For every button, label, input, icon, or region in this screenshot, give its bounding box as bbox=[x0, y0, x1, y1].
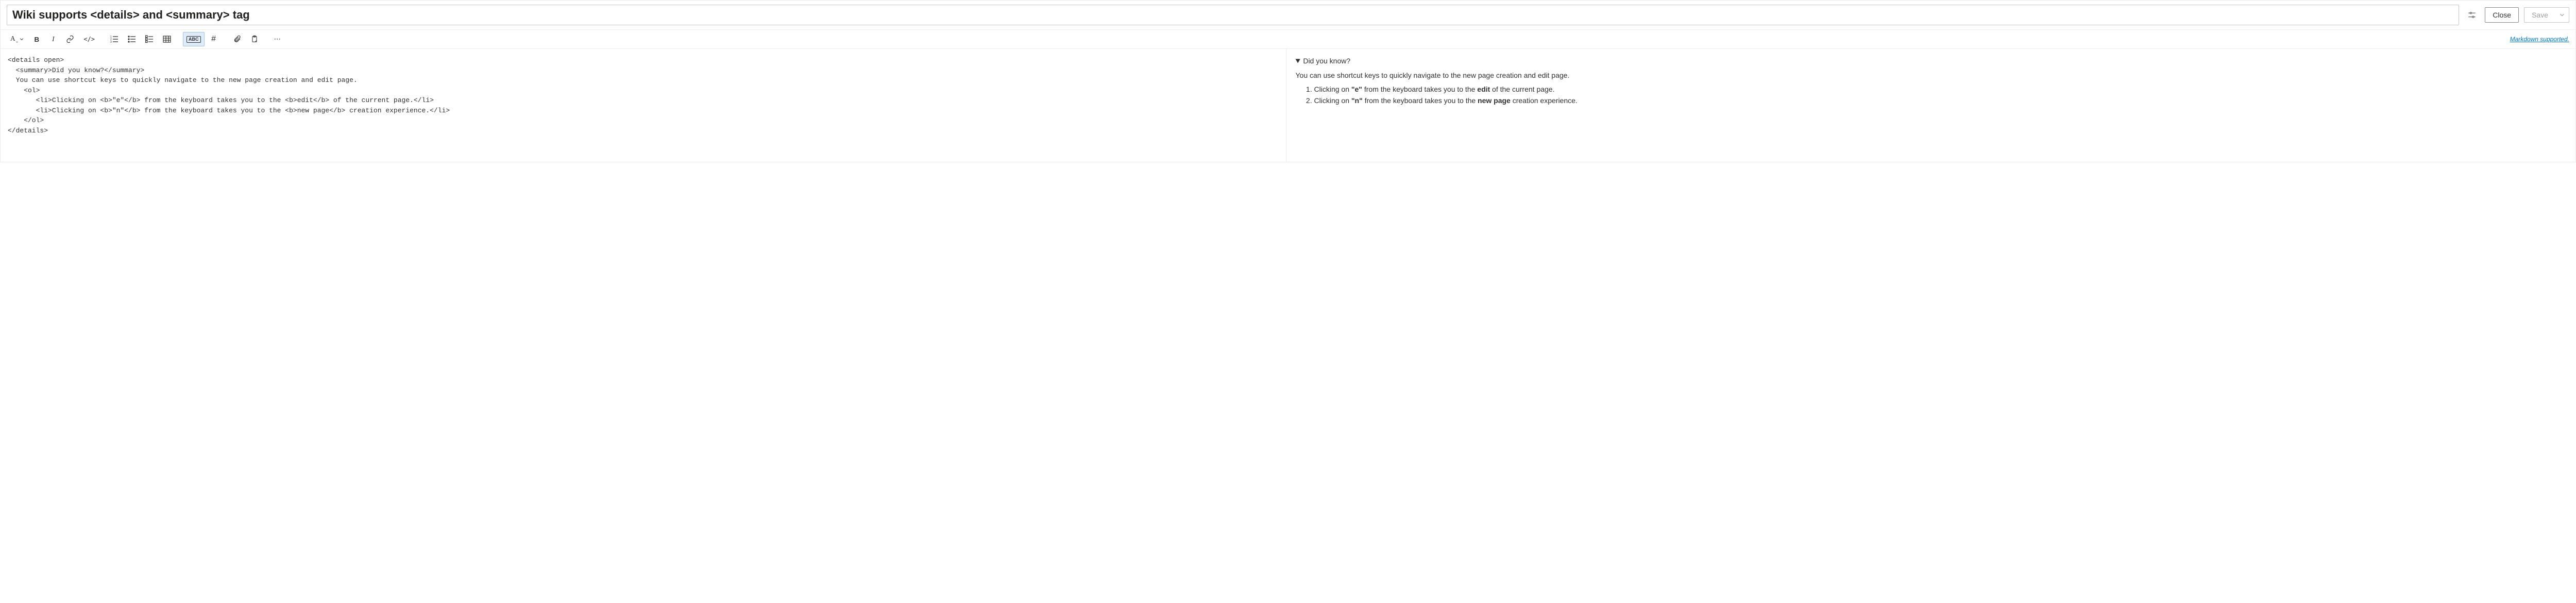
preview-details[interactable]: Did you know? You can use shortcut keys … bbox=[1296, 55, 2567, 107]
table-icon bbox=[163, 35, 171, 43]
markdown-source-pane[interactable]: <details open> <summary>Did you know?</s… bbox=[1, 49, 1286, 162]
hash-icon: # bbox=[211, 35, 216, 44]
bold-button[interactable]: B bbox=[29, 32, 44, 46]
unordered-list-icon bbox=[128, 35, 136, 43]
svg-text:3: 3 bbox=[110, 41, 112, 43]
more-button[interactable]: ⋯ bbox=[270, 32, 285, 46]
code-icon: </> bbox=[83, 36, 95, 43]
ordered-list-icon: 123 bbox=[110, 35, 118, 43]
markdown-preview-pane: Did you know? You can use shortcut keys … bbox=[1286, 49, 2576, 162]
paragraph-format-button[interactable]: ABC bbox=[183, 32, 205, 46]
abc-icon: ABC bbox=[187, 36, 201, 43]
italic-button[interactable]: I bbox=[46, 32, 60, 46]
formatting-toolbar: A⌄ B I </> 123 ABC # bbox=[1, 30, 2575, 48]
italic-icon: I bbox=[52, 35, 54, 43]
save-button-group: Save bbox=[2524, 7, 2569, 23]
unordered-list-button[interactable] bbox=[124, 32, 140, 46]
preview-intro-text: You can use shortcut keys to quickly nav… bbox=[1296, 70, 2567, 81]
checklist-button[interactable] bbox=[142, 32, 157, 46]
more-icon: ⋯ bbox=[274, 35, 282, 43]
checklist-icon bbox=[145, 35, 154, 43]
save-button[interactable]: Save bbox=[2524, 7, 2556, 23]
preview-list: Clicking on "e" from the keyboard takes … bbox=[1296, 83, 2567, 107]
code-button[interactable]: </> bbox=[80, 32, 98, 46]
close-button[interactable]: Close bbox=[2485, 7, 2519, 23]
list-item: Clicking on "e" from the keyboard takes … bbox=[1314, 83, 2567, 95]
bold-icon: B bbox=[35, 36, 40, 43]
link-button[interactable] bbox=[62, 32, 78, 46]
markdown-supported-link[interactable]: Markdown supported. bbox=[2510, 36, 2569, 43]
attach-button[interactable] bbox=[229, 32, 245, 46]
view-options-button[interactable] bbox=[2464, 7, 2480, 23]
wiki-editor-container: Close Save A⌄ B I </> 123 bbox=[0, 0, 2576, 162]
markdown-source-text[interactable]: <details open> <summary>Did you know?</s… bbox=[8, 55, 1279, 136]
paste-button[interactable] bbox=[247, 32, 262, 46]
editor-split-view: <details open> <summary>Did you know?</s… bbox=[1, 48, 2575, 162]
mention-button[interactable]: # bbox=[207, 32, 221, 46]
page-title-input[interactable] bbox=[7, 5, 2459, 25]
list-item: Clicking on "n" from the keyboard takes … bbox=[1314, 95, 2567, 106]
link-icon bbox=[66, 35, 74, 43]
sliders-icon bbox=[2467, 10, 2477, 20]
ordered-list-button[interactable]: 123 bbox=[107, 32, 122, 46]
chevron-down-icon bbox=[2560, 12, 2565, 18]
text-format-icon: A⌄ bbox=[10, 35, 19, 44]
clipboard-icon bbox=[250, 35, 259, 43]
chevron-down-icon bbox=[20, 37, 24, 41]
header-row: Close Save bbox=[1, 1, 2575, 30]
table-button[interactable] bbox=[159, 32, 175, 46]
text-format-dropdown[interactable]: A⌄ bbox=[7, 32, 27, 46]
save-dropdown-button[interactable] bbox=[2555, 7, 2569, 23]
paperclip-icon bbox=[233, 35, 241, 43]
preview-summary[interactable]: Did you know? bbox=[1296, 55, 2567, 66]
